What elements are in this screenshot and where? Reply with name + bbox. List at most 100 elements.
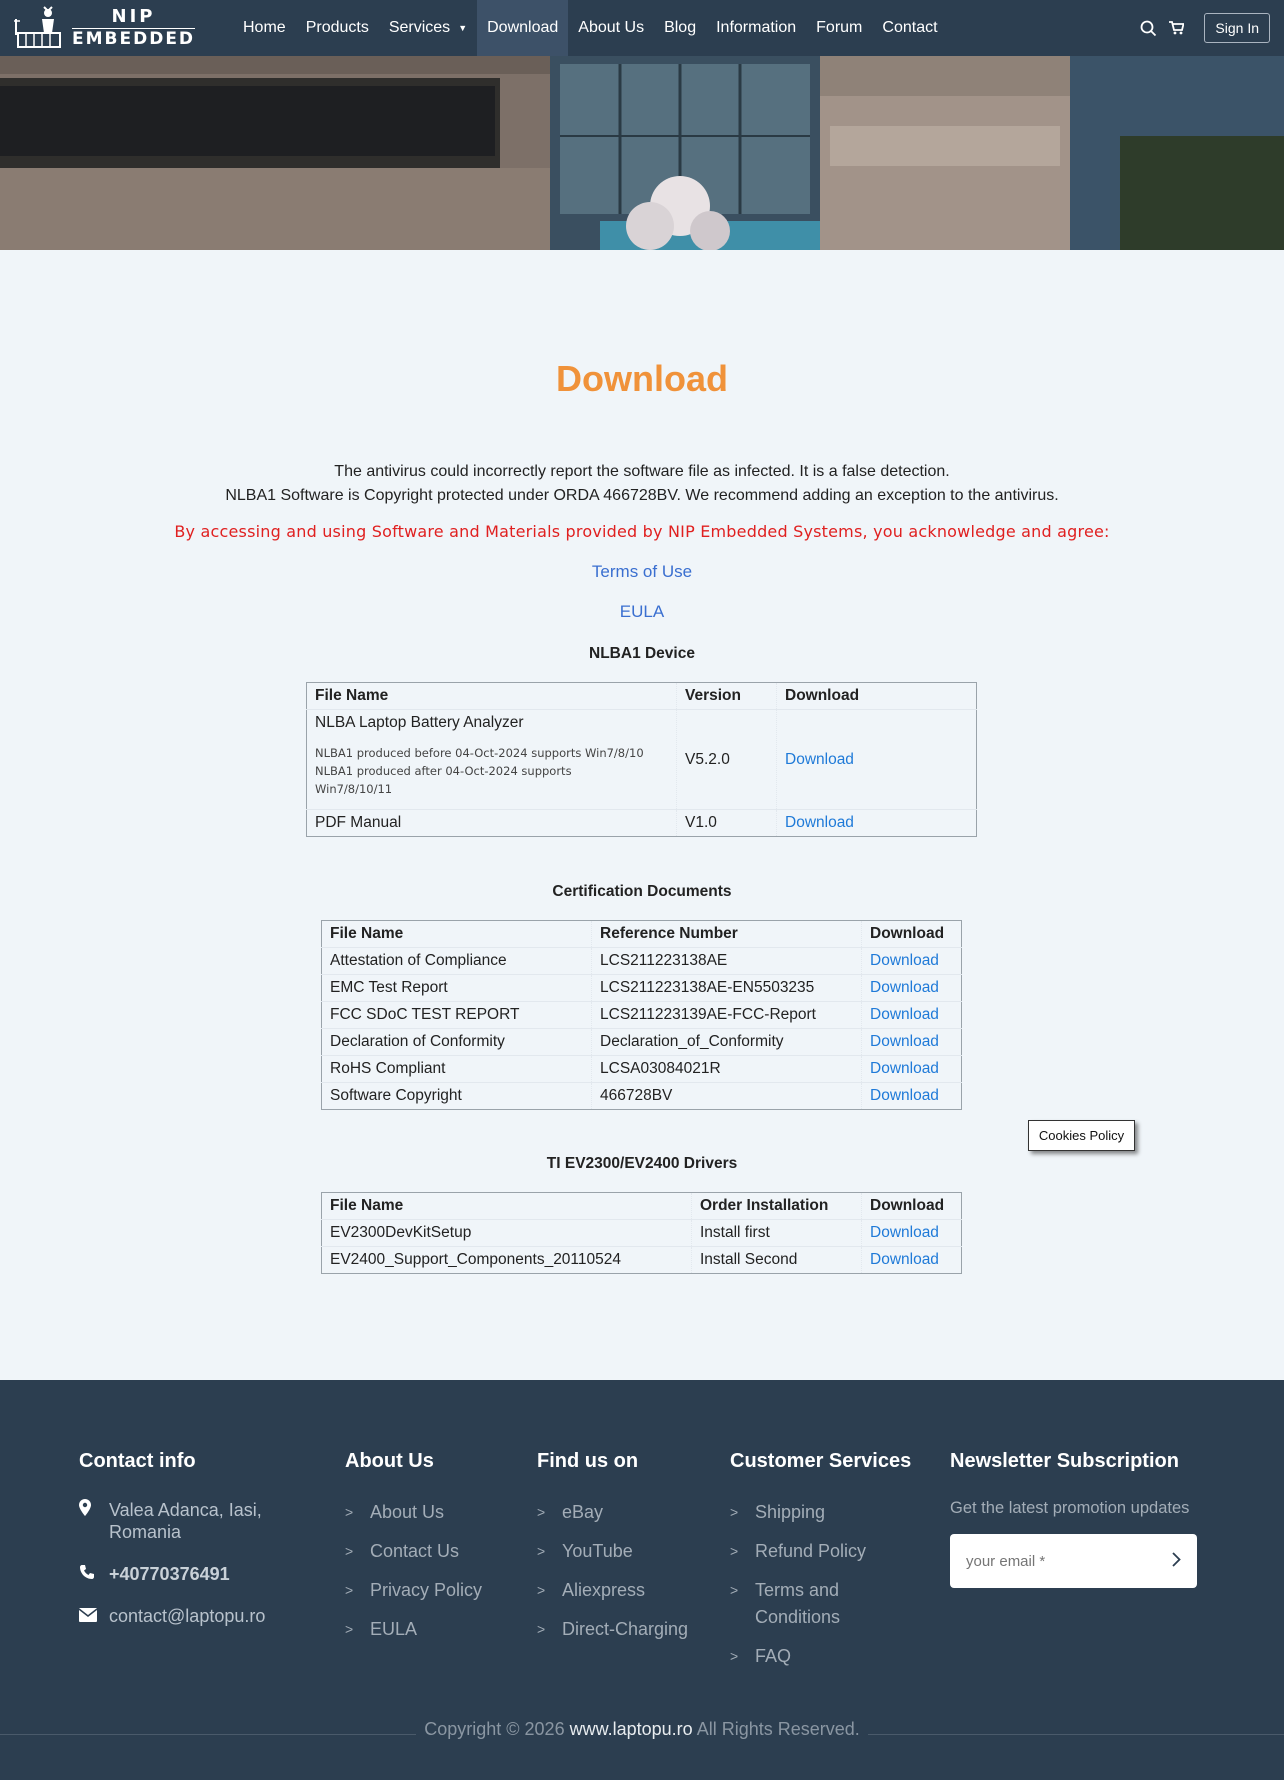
footer-link-refund-policy[interactable]: > Refund Policy [730, 1538, 920, 1565]
footer-link-ebay[interactable]: > eBay [537, 1499, 717, 1526]
footer-find-title: Find us on [537, 1450, 639, 1472]
footer-email[interactable]: contact@laptopu.ro [109, 1605, 265, 1627]
driver-order: Install first [691, 1219, 862, 1247]
chevron-right-icon: > [730, 1504, 739, 1520]
chevron-right-icon: > [537, 1543, 546, 1559]
cart-icon[interactable] [1162, 14, 1190, 42]
chevron-right-icon: > [345, 1543, 354, 1559]
footer-link-about-us[interactable]: > About Us [345, 1499, 525, 1526]
device-table: File Name Version Download NLBA Laptop B… [306, 682, 977, 837]
cert-download-link[interactable]: Download [870, 1060, 939, 1077]
footer-customer-services: Customer Services > Shipping > Refund Poli… [730, 1450, 920, 1682]
drivers-table: File Name Order Installation Download EV… [321, 1192, 962, 1274]
table-row: EV2300DevKitSetup Install first Download [321, 1219, 962, 1247]
software-note-2: NLBA1 produced after 04-Oct-2024 support… [315, 764, 572, 778]
footer-contact-title: Contact info [79, 1450, 196, 1472]
footer-newsletter-subtitle: Get the latest promotion updates [950, 1499, 1190, 1517]
cookies-policy-button[interactable]: Cookies Policy [1028, 1120, 1135, 1151]
nav-services[interactable]: Services ▼ [379, 0, 477, 56]
cert-download-link[interactable]: Download [870, 1033, 939, 1050]
terms-of-use-link[interactable]: Terms of Use [592, 562, 692, 581]
cert-name: RoHS Compliant [321, 1055, 592, 1083]
top-navbar: NIP EMBEDDED Home Products Services ▼ Do… [0, 0, 1284, 56]
cert-ref: LCS211223138AE-EN5503235 [591, 974, 862, 1002]
cert-download-link[interactable]: Download [870, 979, 939, 996]
table-row: Declaration of Conformity Declaration_of… [321, 1028, 962, 1056]
map-pin-icon [79, 1499, 109, 1521]
col-file-name: File Name [330, 925, 404, 942]
certs-table: File Name Reference Number Download Atte… [321, 920, 962, 1110]
footer-newsletter-title: Newsletter Subscription [950, 1450, 1179, 1472]
table-row: EV2400_Support_Components_20110524 Insta… [321, 1246, 962, 1274]
cert-download-link[interactable]: Download [870, 952, 939, 969]
nav-home[interactable]: Home [233, 0, 296, 56]
footer-link-direct-charging[interactable]: > Direct-Charging [537, 1616, 717, 1643]
driver-name: EV2300DevKitSetup [321, 1219, 692, 1247]
newsletter-form [950, 1534, 1197, 1588]
software-note-1: NLBA1 produced before 04-Oct-2024 suppor… [315, 746, 644, 760]
eula-link[interactable]: EULA [620, 602, 664, 621]
manual-download-link[interactable]: Download [785, 814, 854, 831]
table-row: RoHS Compliant LCSA03084021R Download [321, 1055, 962, 1083]
copyright-suffix: All Rights Reserved. [696, 1719, 860, 1739]
device-section-title: NLBA1 Device [589, 645, 695, 662]
footer-newsletter: Newsletter Subscription Get the latest p… [950, 1450, 1210, 1588]
footer-link-privacy-policy[interactable]: > Privacy Policy [345, 1577, 525, 1604]
footer-link-contact-us[interactable]: > Contact Us [345, 1538, 525, 1565]
col-download: Download [861, 1192, 962, 1220]
main-menu: Home Products Services ▼ Download About … [233, 0, 948, 56]
software-version: V5.2.0 [676, 709, 777, 810]
footer-link-shipping[interactable]: > Shipping [730, 1499, 920, 1526]
phone-icon [79, 1563, 109, 1585]
table-header-row: File Name Version Download [307, 682, 977, 710]
footer-contact: Contact info Valea Adanca, Iasi, Romania… [78, 1450, 319, 1647]
software-download-link[interactable]: Download [785, 751, 854, 768]
brand-line2: EMBEDDED [72, 28, 196, 49]
chevron-right-icon: > [537, 1582, 546, 1598]
brand-logo[interactable]: NIP EMBEDDED [14, 4, 204, 52]
nav-blog[interactable]: Blog [654, 0, 706, 56]
cert-name: Software Copyright [321, 1082, 592, 1110]
nav-forum[interactable]: Forum [806, 0, 872, 56]
nav-download[interactable]: Download [477, 0, 569, 56]
manual-version: V1.0 [676, 809, 777, 837]
cert-download-link[interactable]: Download [870, 1006, 939, 1023]
cert-ref: LCS211223138AE [591, 947, 862, 975]
envelope-icon [78, 1605, 109, 1627]
footer-phone[interactable]: +40770376491 [109, 1563, 230, 1585]
footer-link-youtube[interactable]: > YouTube [537, 1538, 717, 1565]
search-icon[interactable] [1134, 14, 1162, 42]
driver-name: EV2400_Support_Components_20110524 [321, 1246, 692, 1274]
cert-download-link[interactable]: Download [870, 1087, 939, 1104]
nav-services-label: Services [388, 19, 451, 36]
col-download: Download [776, 682, 977, 710]
cert-ref: LCS211223139AE-FCC-Report [591, 1001, 862, 1029]
nav-contact[interactable]: Contact [872, 0, 947, 56]
driver-download-link[interactable]: Download [870, 1224, 939, 1241]
cert-ref: 466728BV [591, 1082, 862, 1110]
footer-link-eula[interactable]: > EULA [345, 1616, 525, 1643]
table-header-row: File Name Order Installation Download [322, 1192, 962, 1220]
chevron-right-icon: > [537, 1504, 546, 1520]
footer-address: Valea Adanca, Iasi, Romania [109, 1500, 262, 1542]
chevron-right-icon[interactable] [1172, 1551, 1181, 1572]
software-name: NLBA Laptop Battery Analyzer [315, 714, 524, 731]
nav-information[interactable]: Information [706, 0, 806, 56]
driver-download-link[interactable]: Download [870, 1251, 939, 1268]
footer-link-faq[interactable]: > FAQ [730, 1643, 920, 1670]
col-reference-number: Reference Number [591, 920, 862, 948]
cert-ref: Declaration_of_Conformity [591, 1028, 862, 1056]
nav-about-us[interactable]: About Us [568, 0, 654, 56]
newsletter-email-input[interactable] [966, 1552, 1156, 1570]
copyright-site-link[interactable]: www.laptopu.ro [570, 1719, 693, 1739]
sign-in-button[interactable]: Sign In [1204, 13, 1270, 43]
brand-line1: NIP [111, 6, 156, 27]
footer-find-us: Find us on > eBay > YouTube > Aliexpress > D… [537, 1450, 717, 1655]
site-footer: Contact info Valea Adanca, Iasi, Romania… [0, 1380, 1284, 1780]
footer-link-aliexpress[interactable]: > Aliexpress [537, 1577, 717, 1604]
footer-link-terms-conditions[interactable]: > Terms and Conditions [730, 1577, 920, 1631]
nav-products[interactable]: Products [296, 0, 379, 56]
page-title: Download [556, 358, 728, 399]
chevron-right-icon: > [730, 1648, 739, 1664]
table-row: Attestation of Compliance LCS211223138AE… [321, 947, 962, 975]
